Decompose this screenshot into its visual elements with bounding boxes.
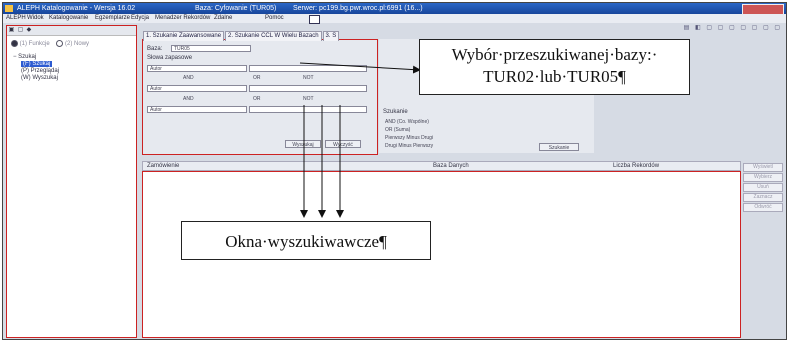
database-callout: Wybór·przeszukiwanej·bazy:· TUR02·lub·TU… xyxy=(419,39,690,95)
database-callout-line-1: Wybór·przeszukiwanej·bazy:· xyxy=(451,45,658,64)
database-callout-line-2: TUR02·lub·TUR05¶ xyxy=(483,67,626,86)
windows-callout: Okna·wyszukiwawcze¶ xyxy=(181,221,431,260)
arrow-to-database-callout xyxy=(299,62,421,74)
